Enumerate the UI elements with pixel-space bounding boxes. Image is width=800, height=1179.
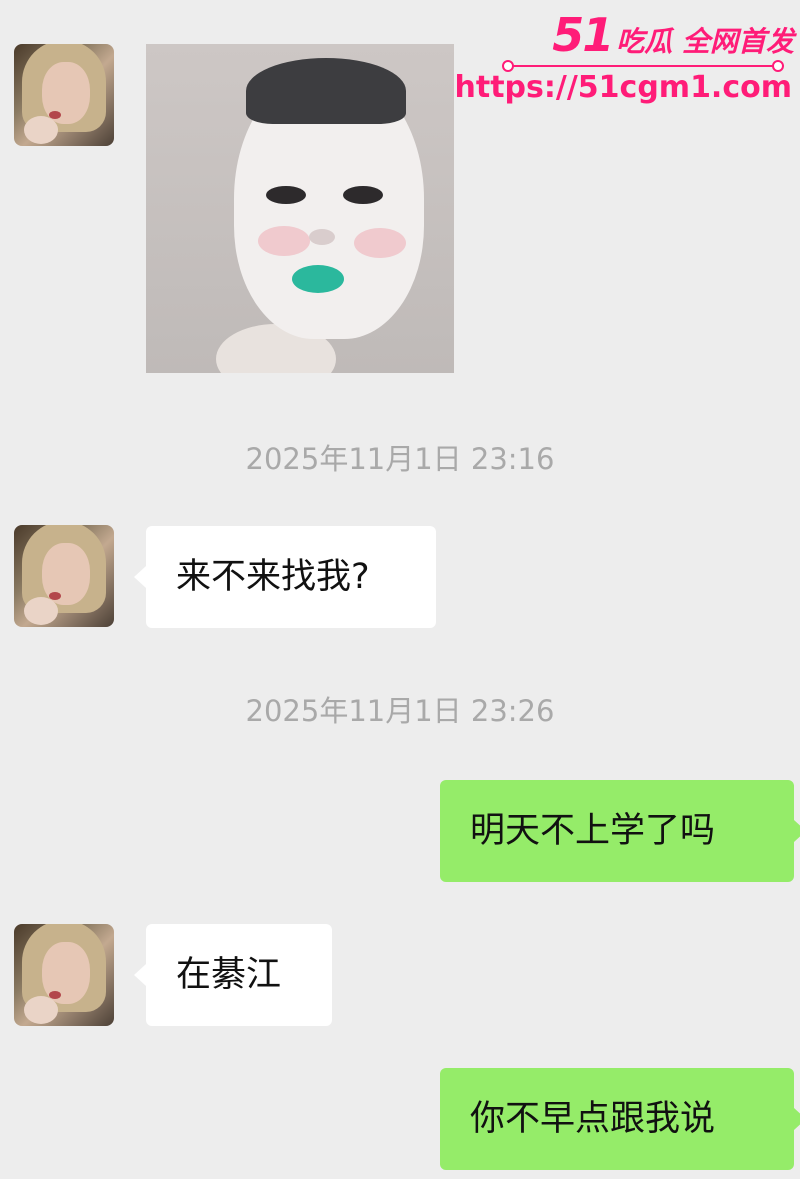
watermark-brand: 51 bbox=[552, 8, 614, 62]
chat-timestamp: 2025年11月1日 23:26 bbox=[245, 694, 555, 728]
message-text: 你不早点跟我说 bbox=[470, 1098, 716, 1139]
watermark: 51 吃瓜 全网首发 https://51cgm1.com bbox=[455, 8, 794, 108]
avatar-hand bbox=[24, 597, 58, 625]
watermark-line bbox=[510, 65, 780, 67]
photo-right-eye bbox=[343, 186, 383, 204]
watermark-tag: 吃瓜 全网首发 bbox=[616, 25, 794, 58]
photo-green-lips bbox=[292, 265, 344, 293]
sent-message[interactable]: 明天不上学了吗 bbox=[440, 780, 800, 882]
avatar-hand bbox=[24, 116, 58, 144]
sent-message[interactable]: 你不早点跟我说 bbox=[440, 1068, 800, 1170]
message-text: 明天不上学了吗 bbox=[470, 810, 716, 851]
contact-avatar[interactable] bbox=[14, 525, 114, 627]
photo-left-eye bbox=[266, 186, 306, 204]
contact-avatar[interactable] bbox=[14, 924, 114, 1026]
contact-avatar[interactable] bbox=[14, 44, 114, 146]
message-text: 来不来找我? bbox=[176, 556, 370, 597]
image-message[interactable] bbox=[146, 44, 454, 373]
photo-right-cheek bbox=[354, 228, 406, 258]
received-message[interactable]: 在綦江 bbox=[134, 924, 332, 1026]
photo-hair bbox=[246, 58, 406, 124]
avatar-hand bbox=[24, 996, 58, 1024]
received-message[interactable]: 来不来找我? bbox=[134, 526, 436, 628]
watermark-title: 51 吃瓜 全网首发 bbox=[552, 8, 794, 62]
watermark-url: https://51cgm1.com bbox=[454, 70, 792, 105]
chat-timestamp: 2025年11月1日 23:16 bbox=[245, 442, 555, 476]
photo-nose bbox=[309, 229, 335, 245]
photo-left-cheek bbox=[258, 226, 310, 256]
message-text: 在綦江 bbox=[176, 954, 282, 995]
